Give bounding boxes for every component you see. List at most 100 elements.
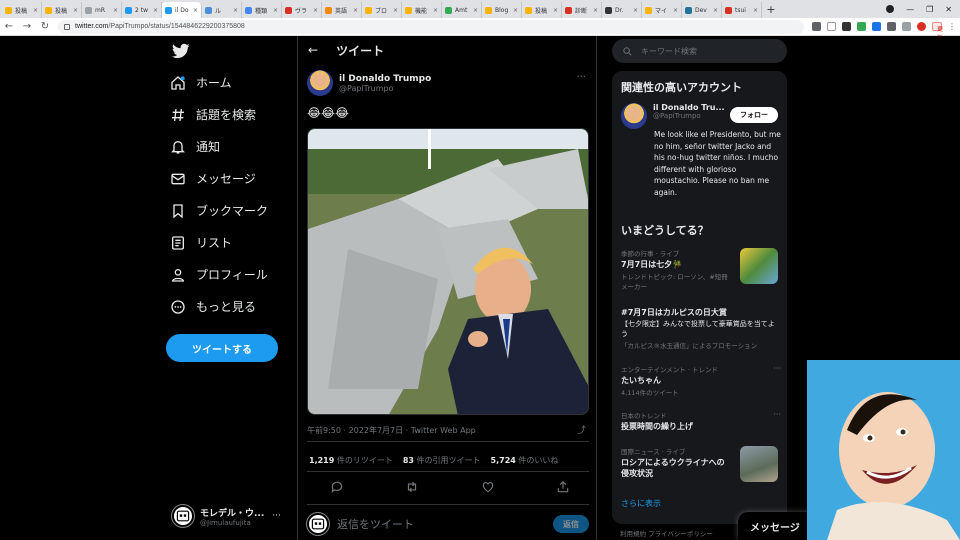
browser-tab[interactable]: ル × xyxy=(202,2,242,18)
trend-item[interactable]: 日本のトレンド 投票時間の繰り上げ ··· xyxy=(621,410,781,432)
tab-close-icon[interactable]: × xyxy=(633,7,638,14)
browser-tab[interactable]: 診断 × xyxy=(562,2,602,18)
reply-icon[interactable] xyxy=(330,480,344,494)
extension-icon[interactable] xyxy=(842,22,851,31)
star-icon[interactable] xyxy=(827,22,836,31)
puzzle-icon[interactable] xyxy=(887,22,896,31)
extension-blue-icon[interactable] xyxy=(872,22,881,31)
related-handle[interactable]: @PapiTrumpo xyxy=(653,112,725,120)
profile-indicator-icon[interactable] xyxy=(886,5,895,13)
forward-nav-icon[interactable]: → xyxy=(22,21,32,32)
twitter-logo-icon[interactable] xyxy=(172,42,190,60)
browser-tab[interactable]: 投稿 × xyxy=(42,2,82,18)
address-bar[interactable]: twitter.com/PapiTrumpo/status/1544846229… xyxy=(58,19,804,34)
close-window-button[interactable]: ✕ xyxy=(945,5,952,14)
related-avatar[interactable] xyxy=(621,103,647,129)
author-avatar[interactable] xyxy=(307,70,333,96)
search-input[interactable]: キーワード検索 xyxy=(641,46,697,57)
author-name[interactable]: il Donaldo Trumpo xyxy=(339,74,431,84)
tab-close-icon[interactable]: × xyxy=(193,7,198,14)
tab-close-icon[interactable]: × xyxy=(713,7,718,14)
browser-tab[interactable]: tsui × xyxy=(722,2,762,18)
trend-more-icon[interactable]: ··· xyxy=(773,410,781,419)
tab-close-icon[interactable]: × xyxy=(33,7,38,14)
tab-close-icon[interactable]: × xyxy=(513,7,518,14)
show-more-link[interactable]: さらに表示 xyxy=(621,498,661,509)
related-name[interactable]: il Donaldo Tru... xyxy=(653,103,725,112)
nav-home[interactable]: ホーム xyxy=(170,74,232,91)
tab-close-icon[interactable]: × xyxy=(433,7,438,14)
trend-thumbnail[interactable] xyxy=(740,248,778,284)
browser-tab[interactable]: ヴラ × xyxy=(282,2,322,18)
tab-close-icon[interactable]: × xyxy=(73,7,78,14)
browser-tab[interactable]: マイ × xyxy=(642,2,682,18)
tab-close-icon[interactable]: × xyxy=(593,7,598,14)
sidebar-icon[interactable] xyxy=(902,22,911,31)
browser-tab[interactable]: Dr. × xyxy=(602,2,642,18)
browser-tab[interactable]: Blog × xyxy=(482,2,522,18)
menu-icon[interactable]: ⋮ xyxy=(948,22,956,31)
tab-close-icon[interactable]: × xyxy=(393,7,398,14)
author-handle[interactable]: @PapiTrumpo xyxy=(339,84,431,93)
compose-tweet-button[interactable]: ツイートする xyxy=(166,334,278,362)
reply-button[interactable]: 返信 xyxy=(553,515,589,533)
tab-close-icon[interactable]: × xyxy=(473,7,478,14)
nav-messages[interactable]: メッセージ xyxy=(170,170,256,187)
extension-green-icon[interactable] xyxy=(857,22,866,31)
browser-tab[interactable]: 機能 × xyxy=(402,2,442,18)
nav-explore[interactable]: 話題を検索 xyxy=(170,106,256,123)
share-tweet-icon[interactable] xyxy=(556,480,570,494)
tweet-author[interactable]: il Donaldo Trumpo @PapiTrumpo xyxy=(307,70,431,96)
restore-button[interactable]: ❐ xyxy=(926,5,933,14)
quote-count[interactable]: 83 件の引用ツイート xyxy=(403,455,481,466)
related-user[interactable]: il Donaldo Tru... @PapiTrumpo xyxy=(621,103,725,129)
trend-item[interactable]: エンターテインメント · トレンド たいちゃん 4,114件のツイート ··· xyxy=(621,364,781,397)
like-icon[interactable] xyxy=(481,480,495,494)
retweet-count[interactable]: 1,219 件のリツイート xyxy=(309,455,393,466)
tab-close-icon[interactable]: × xyxy=(313,7,318,14)
browser-tab[interactable]: 投稿 × xyxy=(522,2,562,18)
tab-close-icon[interactable]: × xyxy=(233,7,238,14)
messages-drawer[interactable]: メッセージ xyxy=(738,512,818,540)
trend-thumbnail[interactable] xyxy=(740,446,778,482)
back-arrow-icon[interactable]: ← xyxy=(308,43,318,57)
trend-item[interactable]: #7月7日はカルピスの日大賞 【七夕限定】みんなで投票して豪華賞品を当てよう 「… xyxy=(621,306,781,350)
like-count[interactable]: 5,724 件のいいね xyxy=(491,455,559,466)
browser-tab[interactable]: 投稿 × xyxy=(2,2,42,18)
tab-close-icon[interactable]: × xyxy=(753,7,758,14)
nav-more[interactable]: もっと見る xyxy=(170,298,256,315)
profile-avatar-icon[interactable] xyxy=(917,22,926,31)
account-switcher[interactable]: モレデル・ウ... @Jimulaufujita ··· xyxy=(171,502,292,530)
browser-tab[interactable]: ブロ × xyxy=(362,2,402,18)
browser-tab[interactable]: il Do × xyxy=(162,2,202,18)
browser-tab[interactable]: mR × xyxy=(82,2,122,18)
back-nav-icon[interactable]: ← xyxy=(4,21,14,32)
search-box[interactable]: キーワード検索 xyxy=(612,39,787,63)
tab-close-icon[interactable]: × xyxy=(673,7,678,14)
retweet-icon[interactable] xyxy=(405,480,419,494)
reply-input[interactable]: 返信をツイート xyxy=(337,516,545,532)
tab-close-icon[interactable]: × xyxy=(553,7,558,14)
update-button[interactable]: 更新 xyxy=(932,22,943,42)
browser-tab[interactable]: Amt × xyxy=(442,2,482,18)
tab-close-icon[interactable]: × xyxy=(273,7,278,14)
analytics-icon[interactable]: ⤴ xyxy=(577,423,586,436)
tab-close-icon[interactable]: × xyxy=(353,7,358,14)
tab-close-icon[interactable]: × xyxy=(153,7,158,14)
new-tab-button[interactable]: + xyxy=(764,3,778,16)
footer-links[interactable]: 利用規約 プライバシーポリシー xyxy=(620,528,713,538)
nav-profile[interactable]: プロフィール xyxy=(170,266,268,283)
share-icon[interactable] xyxy=(812,22,821,31)
tweet-image[interactable] xyxy=(307,128,589,415)
browser-tab[interactable]: 英語 × xyxy=(322,2,362,18)
tab-close-icon[interactable]: × xyxy=(113,7,118,14)
browser-tab[interactable]: 種類 × xyxy=(242,2,282,18)
trend-more-icon[interactable]: ··· xyxy=(773,364,781,373)
minimize-button[interactable]: — xyxy=(906,5,914,14)
follow-button[interactable]: フォロー xyxy=(730,107,778,123)
nav-bookmarks[interactable]: ブックマーク xyxy=(170,202,268,219)
nav-notifications[interactable]: 通知 xyxy=(170,138,220,155)
nav-lists[interactable]: リスト xyxy=(170,234,232,251)
browser-tab[interactable]: 2 tw × xyxy=(122,2,162,18)
reload-icon[interactable]: ↻ xyxy=(40,21,50,32)
